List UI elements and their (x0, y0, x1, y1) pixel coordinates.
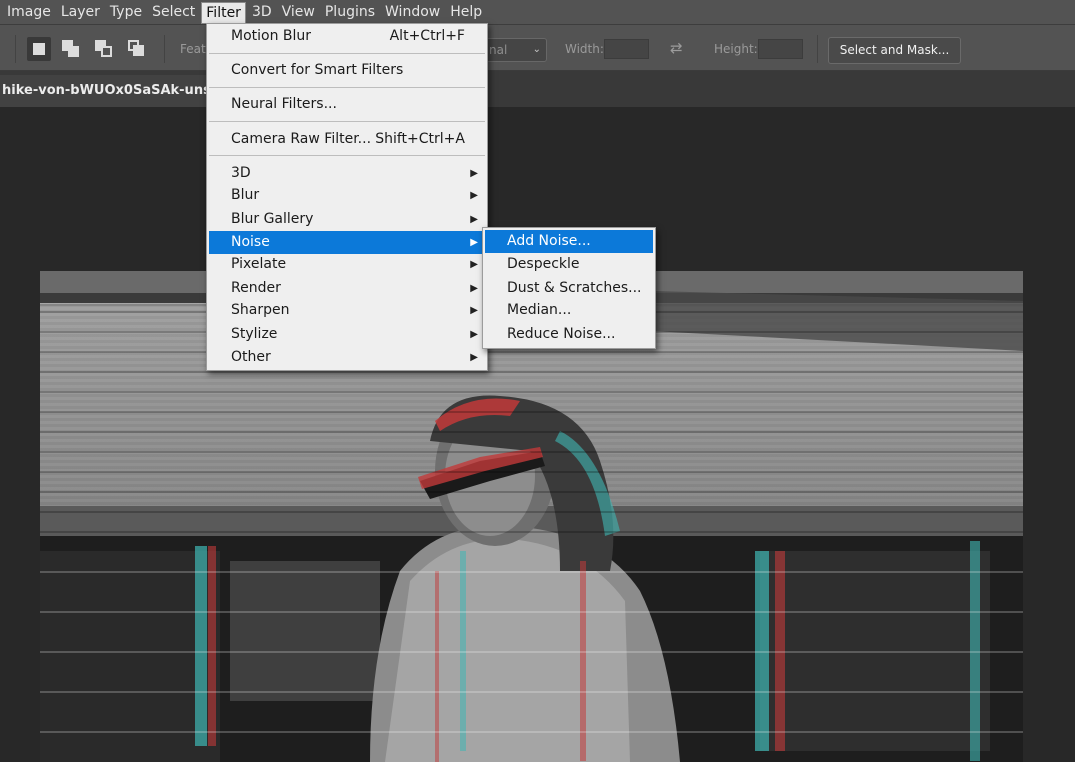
menu-item-neural-filters[interactable]: Neural Filters... (209, 93, 485, 116)
menu-item-other[interactable]: Other ▶ (209, 346, 485, 369)
options-divider (817, 35, 818, 63)
filter-menu: Motion Blur Alt+Ctrl+F Convert for Smart… (206, 23, 488, 371)
submenu-label-noise: Noise (231, 234, 270, 250)
document-tab[interactable]: hike-von-bWUOx0SaSAk-unsplas (0, 75, 212, 107)
menu-item-motion-blur[interactable]: Motion Blur Alt+Ctrl+F (209, 25, 485, 48)
menu-view[interactable]: View (278, 0, 319, 24)
new-selection-icon (33, 43, 45, 55)
submenu-arrow-icon: ▶ (470, 259, 478, 270)
menu-item-3d[interactable]: 3D ▶ (209, 162, 485, 185)
subtract-selection-icon-part (101, 46, 112, 57)
menu-item-blur-gallery[interactable]: Blur Gallery ▶ (209, 208, 485, 231)
menu-item-render[interactable]: Render ▶ (209, 277, 485, 300)
style-dropdown[interactable]: nal ⌄ (482, 38, 547, 62)
submenu-arrow-icon: ▶ (470, 214, 478, 225)
menu-plugins[interactable]: Plugins (321, 0, 379, 24)
menu-item-stylize[interactable]: Stylize ▶ (209, 323, 485, 346)
menu-separator (209, 121, 485, 122)
new-selection-mode-button[interactable] (27, 37, 51, 61)
photoshop-window: Image Layer Type Select Filter 3D View P… (0, 0, 1075, 762)
intersect-selection-button[interactable] (125, 37, 149, 61)
noise-submenu: Add Noise... Despeckle Dust & Scratches.… (482, 227, 656, 349)
submenu-arrow-icon: ▶ (470, 329, 478, 340)
menu-item-sharpen[interactable]: Sharpen ▶ (209, 299, 485, 322)
menu-item-camera-raw[interactable]: Camera Raw Filter... Shift+Ctrl+A (209, 128, 485, 151)
menu-help[interactable]: Help (446, 0, 486, 24)
options-divider (164, 35, 165, 63)
menu-item-median[interactable]: Median... (485, 299, 653, 322)
menu-item-despeckle[interactable]: Despeckle (485, 253, 653, 276)
menu-layer[interactable]: Layer (57, 0, 104, 24)
submenu-arrow-icon: ▶ (470, 190, 478, 201)
menu-item-add-noise[interactable]: Add Noise... (485, 230, 653, 253)
camera-raw-label: Camera Raw Filter... (231, 131, 372, 147)
menu-window[interactable]: Window (381, 0, 444, 24)
height-field[interactable] (758, 39, 803, 59)
submenu-label-3d: 3D (231, 165, 251, 181)
submenu-label-blur-gallery: Blur Gallery (231, 211, 314, 227)
style-value: nal (489, 43, 508, 57)
height-label: Height: (714, 42, 758, 56)
menu-type[interactable]: Type (106, 0, 146, 24)
menu-item-noise[interactable]: Noise ▶ (209, 231, 485, 254)
submenu-label-pixelate: Pixelate (231, 256, 287, 272)
add-to-selection-button[interactable] (59, 37, 83, 61)
submenu-label-other: Other (231, 349, 271, 365)
menu-image[interactable]: Image (0, 0, 55, 24)
intersect-selection-icon-part (133, 45, 144, 56)
menu-item-convert-smart-filters[interactable]: Convert for Smart Filters (209, 59, 485, 82)
submenu-label-render: Render (231, 280, 281, 296)
submenu-label-sharpen: Sharpen (231, 302, 290, 318)
menu-item-reduce-noise[interactable]: Reduce Noise... (485, 323, 653, 346)
document-tab-bar: hike-von-bWUOx0SaSAk-unsplas (0, 71, 1075, 107)
submenu-arrow-icon: ▶ (470, 305, 478, 316)
width-field[interactable] (604, 39, 649, 59)
width-label: Width: (565, 42, 604, 56)
chevron-down-icon: ⌄ (532, 44, 541, 55)
submenu-label-stylize: Stylize (231, 326, 278, 342)
add-selection-icon-part (68, 46, 79, 57)
submenu-arrow-icon: ▶ (470, 237, 478, 248)
submenu-label-blur: Blur (231, 187, 260, 203)
submenu-arrow-icon: ▶ (470, 352, 478, 363)
menu-separator (209, 87, 485, 88)
feather-label: Feat (180, 42, 206, 56)
menu-3d[interactable]: 3D (248, 0, 276, 24)
tool-options-bar: Feat nal ⌄ Width: ⇄ Height: Select and M… (0, 24, 1075, 71)
select-and-mask-button[interactable]: Select and Mask... (828, 37, 961, 64)
options-divider (15, 35, 16, 63)
submenu-arrow-icon: ▶ (470, 168, 478, 179)
menu-item-pixelate[interactable]: Pixelate ▶ (209, 253, 485, 276)
swap-icon[interactable]: ⇄ (670, 39, 683, 57)
menu-select[interactable]: Select (148, 0, 199, 24)
menu-bar: Image Layer Type Select Filter 3D View P… (0, 0, 1075, 24)
motion-blur-label: Motion Blur (231, 28, 312, 44)
menu-item-dust-scratches[interactable]: Dust & Scratches... (485, 277, 653, 300)
motion-blur-shortcut: Alt+Ctrl+F (389, 28, 465, 44)
menu-item-blur[interactable]: Blur ▶ (209, 184, 485, 207)
menu-separator (209, 155, 485, 156)
submenu-arrow-icon: ▶ (470, 283, 478, 294)
menu-separator (209, 53, 485, 54)
menu-filter[interactable]: Filter (201, 1, 246, 24)
camera-raw-shortcut: Shift+Ctrl+A (375, 131, 465, 147)
subtract-from-selection-button[interactable] (92, 37, 116, 61)
